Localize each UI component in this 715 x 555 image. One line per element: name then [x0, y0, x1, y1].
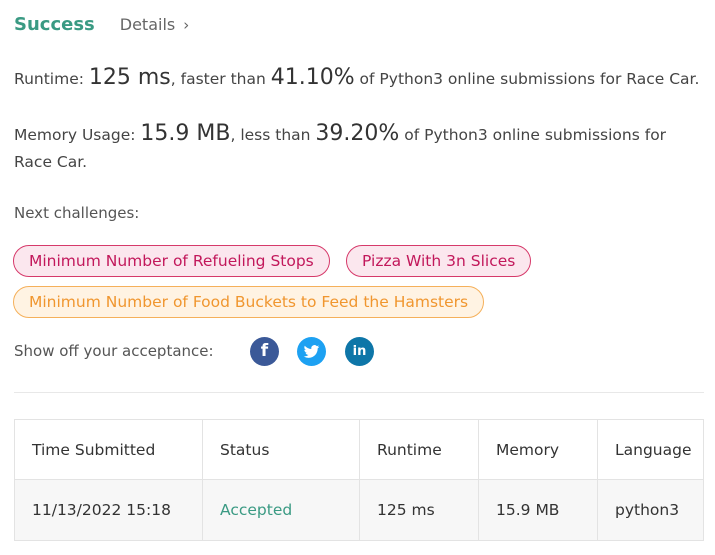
cell-language: python3 — [597, 479, 704, 541]
header-memory: Memory — [478, 419, 598, 480]
header-language: Language — [597, 419, 704, 480]
details-label: Details — [119, 15, 176, 34]
runtime-mid: , faster than — [170, 70, 271, 88]
submissions-table: Time Submitted Status Runtime Memory Lan… — [14, 419, 704, 541]
challenge-chip-food-buckets[interactable]: Minimum Number of Food Buckets to Feed t… — [13, 286, 485, 318]
section-divider — [14, 392, 704, 393]
details-link[interactable]: Details › — [120, 15, 189, 34]
twitter-icon[interactable] — [297, 337, 326, 366]
challenge-chip-refueling-stops[interactable]: Minimum Number of Refueling Stops — [13, 245, 330, 277]
cell-status: Accepted — [202, 479, 360, 541]
linkedin-icon[interactable]: in — [345, 337, 374, 366]
result-header: Success Details › — [14, 14, 189, 35]
memory-mid: , less than — [230, 126, 316, 144]
header-time-submitted: Time Submitted — [14, 419, 203, 480]
header-runtime: Runtime — [359, 419, 479, 480]
table-row: 11/13/2022 15:18 Accepted 125 ms 15.9 MB… — [14, 479, 704, 541]
next-challenges-label: Next challenges: — [14, 204, 140, 222]
cell-runtime: 125 ms — [359, 479, 479, 541]
memory-summary: Memory Usage: 15.9 MB, less than 39.20% … — [14, 120, 704, 176]
runtime-summary: Runtime: 125 ms, faster than 41.10% of P… — [14, 64, 699, 93]
runtime-tail: of Python3 online submissions for Race C… — [354, 70, 700, 88]
memory-percent: 39.20% — [315, 121, 400, 146]
status-title: Success — [14, 14, 95, 35]
memory-value: 15.9 MB — [140, 121, 231, 146]
memory-label: Memory Usage: — [14, 126, 141, 144]
runtime-percent: 41.10% — [270, 65, 355, 90]
facebook-icon[interactable]: f — [250, 337, 279, 366]
table-header-row: Time Submitted Status Runtime Memory Lan… — [14, 419, 704, 480]
runtime-label: Runtime: — [14, 70, 89, 88]
challenge-chip-pizza-slices[interactable]: Pizza With 3n Slices — [346, 245, 532, 277]
cell-memory: 15.9 MB — [478, 479, 598, 541]
accepted-link[interactable]: Accepted — [220, 501, 292, 519]
chevron-right-icon: › — [183, 15, 190, 34]
runtime-value: 125 ms — [88, 65, 171, 90]
share-label: Show off your acceptance: — [14, 342, 214, 360]
cell-time-submitted: 11/13/2022 15:18 — [14, 479, 203, 541]
header-status: Status — [202, 419, 360, 480]
